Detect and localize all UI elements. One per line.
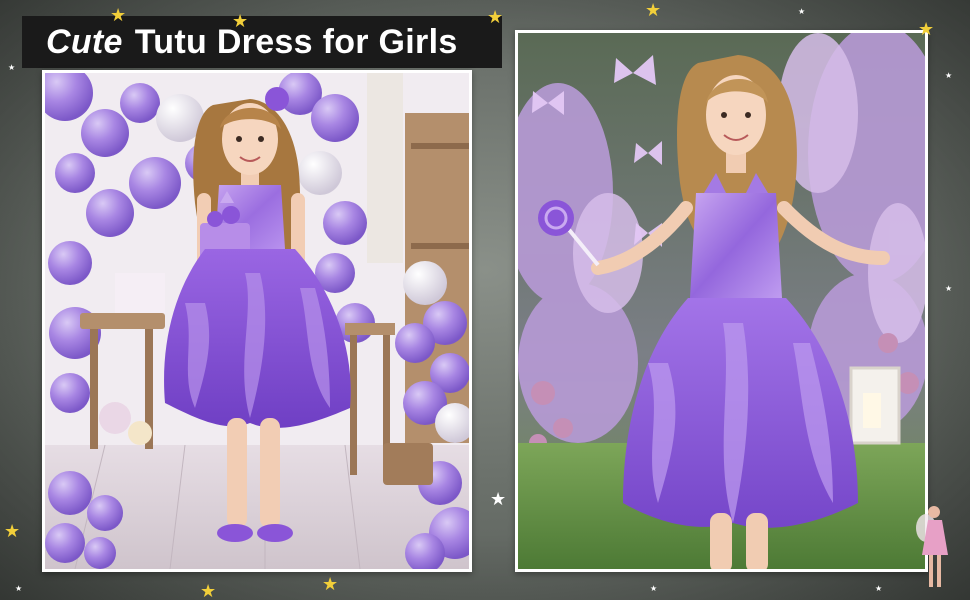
star-icon: ★ bbox=[4, 521, 21, 541]
product-photo-garden bbox=[515, 30, 928, 572]
star-icon: ★ bbox=[200, 581, 217, 600]
product-photo-party bbox=[42, 70, 472, 572]
star-icon: ★ bbox=[875, 584, 883, 593]
star-icon: ★ bbox=[650, 584, 658, 593]
star-icon: ★ bbox=[232, 11, 249, 31]
party-scene-illustration bbox=[45, 73, 469, 569]
star-icon: ★ bbox=[945, 71, 953, 80]
star-icon: ★ bbox=[322, 574, 339, 594]
garden-scene-illustration bbox=[518, 33, 925, 569]
star-icon: ★ bbox=[945, 284, 953, 293]
star-icon: ★ bbox=[490, 489, 507, 509]
fairy-icon bbox=[916, 506, 948, 587]
product-banner: Cute Tutu Dress for Girls ★ ★ ★ ★ ★ ★ ★ … bbox=[0, 0, 970, 600]
star-icon: ★ bbox=[15, 584, 23, 593]
star-icon: ★ bbox=[918, 19, 935, 39]
star-icon: ★ bbox=[8, 63, 16, 72]
title-emphasis: Cute bbox=[46, 22, 123, 61]
title-text: Tutu Dress for Girls bbox=[134, 22, 458, 61]
star-icon: ★ bbox=[645, 0, 662, 20]
star-icon: ★ bbox=[110, 5, 127, 25]
star-icon: ★ bbox=[798, 7, 806, 16]
star-icon: ★ bbox=[487, 7, 504, 27]
title-banner: Cute Tutu Dress for Girls bbox=[22, 16, 502, 68]
